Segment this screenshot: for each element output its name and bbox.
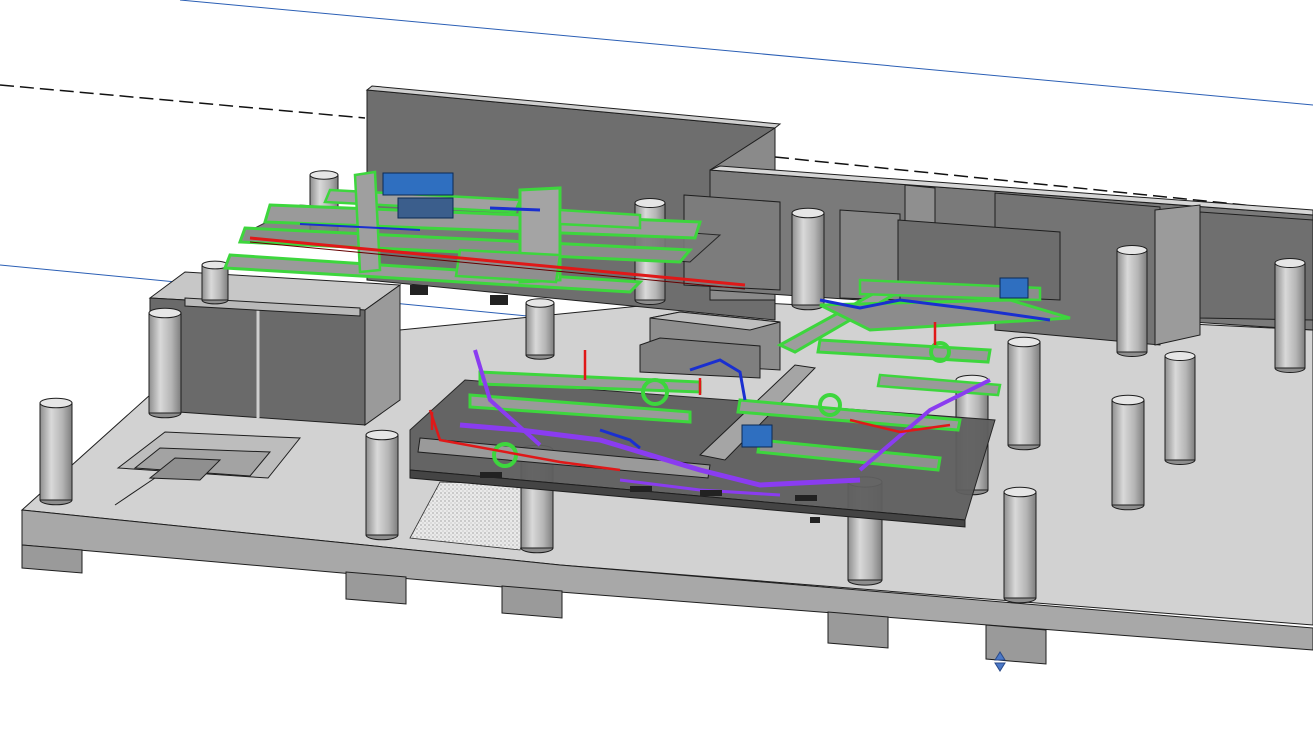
column	[1111, 394, 1145, 511]
model-canvas[interactable]	[0, 0, 1313, 736]
air-handling-unit	[382, 172, 454, 196]
column	[365, 429, 399, 541]
column	[1164, 351, 1196, 465]
column	[148, 307, 182, 419]
diffuser	[490, 295, 508, 305]
column	[525, 298, 555, 360]
partition-wall	[1154, 204, 1201, 346]
model-viewport[interactable]	[0, 0, 1313, 736]
section-line-top	[179, 0, 1313, 106]
column	[39, 397, 73, 506]
scroll-down-arrow-icon[interactable]	[994, 662, 1006, 672]
diffuser	[795, 495, 817, 501]
fan-coil-unit	[741, 424, 773, 448]
downstand-beam	[345, 571, 407, 605]
column	[1007, 336, 1041, 451]
downstand-beam	[985, 624, 1047, 665]
downstand-beam	[501, 585, 563, 619]
supply-air-duct-riser	[353, 170, 382, 274]
column	[791, 207, 825, 311]
diffuser	[480, 472, 502, 478]
column	[1116, 245, 1148, 357]
diffuser	[810, 517, 820, 523]
chilled-water-pipe	[489, 206, 541, 212]
downstand-beam	[21, 544, 83, 574]
fan-coil-unit	[999, 277, 1029, 299]
downstand-beam	[827, 611, 889, 649]
diffuser	[630, 486, 652, 492]
air-handling-unit	[397, 197, 454, 219]
diffuser	[410, 285, 428, 295]
diffuser	[700, 490, 722, 496]
column	[1274, 258, 1306, 373]
level-line-dashed-left	[0, 84, 366, 119]
column	[1003, 486, 1037, 604]
left-enclosure-side	[364, 284, 401, 426]
